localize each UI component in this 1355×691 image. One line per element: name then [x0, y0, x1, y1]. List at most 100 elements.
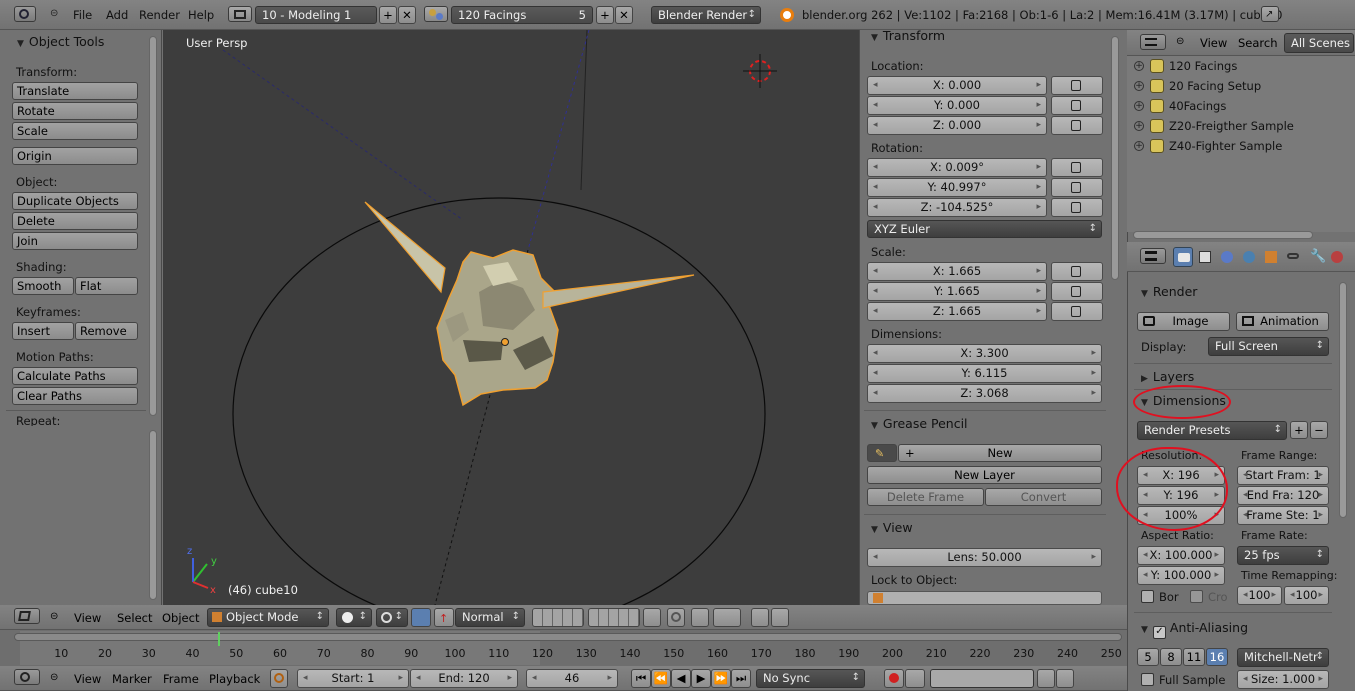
- sync-mode-dropdown[interactable]: No Sync: [756, 669, 865, 688]
- viewport-collapse-icon[interactable]: ⊝: [50, 611, 58, 622]
- remove-screen-button[interactable]: ✕: [398, 6, 416, 24]
- location-x-field[interactable]: X: 0.000: [867, 76, 1047, 95]
- transform-orientation-dropdown[interactable]: Normal: [455, 608, 525, 627]
- outliner-filter-dropdown[interactable]: All Scenes: [1284, 33, 1354, 53]
- aa-samples-16[interactable]: 16: [1206, 648, 1228, 666]
- modifiers-tab-icon[interactable]: 🔧: [1305, 247, 1326, 267]
- lock-scale-x-icon[interactable]: [1051, 262, 1103, 281]
- constraints-tab-icon[interactable]: [1283, 247, 1303, 267]
- keying-set-icon[interactable]: [905, 669, 925, 688]
- anti-aliasing-checkbox[interactable]: ✓: [1152, 626, 1166, 639]
- new-layer-button[interactable]: New Layer: [867, 466, 1102, 484]
- outliner-h-scrollbar[interactable]: [1133, 231, 1313, 239]
- smooth-button[interactable]: Smooth: [12, 277, 74, 295]
- properties-editor-type-icon[interactable]: [1140, 248, 1166, 264]
- frame-step-field[interactable]: Frame Ste: 1: [1237, 506, 1329, 525]
- duplicate-objects-button[interactable]: Duplicate Objects: [12, 192, 138, 210]
- data-tab-icon[interactable]: [1327, 247, 1347, 267]
- lock-location-y-icon[interactable]: [1051, 96, 1103, 115]
- remove-preset-button[interactable]: −: [1310, 421, 1328, 439]
- aa-samples-11[interactable]: 11: [1183, 648, 1205, 666]
- filter-size-field[interactable]: Size: 1.000: [1237, 670, 1329, 689]
- preview-range-icon[interactable]: [270, 669, 288, 688]
- flat-button[interactable]: Flat: [75, 277, 138, 295]
- timeline-collapse-icon[interactable]: ⊝: [50, 672, 58, 683]
- insert-keyframe-button[interactable]: Insert: [12, 322, 74, 340]
- aa-samples-5[interactable]: 5: [1137, 648, 1159, 666]
- lock-rotation-x-icon[interactable]: [1051, 158, 1103, 177]
- menu-render[interactable]: Render: [139, 0, 180, 30]
- render-tab-camera-icon[interactable]: [1173, 247, 1193, 267]
- outliner-editor-type-icon[interactable]: [1140, 34, 1166, 50]
- calculate-paths-button[interactable]: Calculate Paths: [12, 367, 138, 385]
- menu-help[interactable]: Help: [188, 0, 214, 30]
- frame-rate-dropdown[interactable]: 25 fps: [1237, 546, 1329, 565]
- add-scene-button[interactable]: +: [596, 6, 614, 24]
- rotation-mode-dropdown[interactable]: XYZ Euler: [867, 220, 1102, 238]
- scene-name-field[interactable]: 120 Facings 5: [451, 6, 593, 24]
- opengl-render-icon[interactable]: [751, 608, 769, 627]
- object-tools-title[interactable]: Object Tools: [17, 34, 104, 49]
- remap-new-field[interactable]: 100: [1284, 586, 1329, 605]
- crop-checkbox[interactable]: [1190, 590, 1203, 603]
- play-button[interactable]: ▶: [691, 669, 711, 688]
- lock-camera-icon[interactable]: [643, 608, 661, 627]
- outliner-item[interactable]: + Z40-Fighter Sample: [1130, 137, 1340, 157]
- timeline-playback-menu[interactable]: Playback: [209, 672, 260, 686]
- menu-file[interactable]: File: [73, 0, 92, 30]
- object-tab-icon[interactable]: [1261, 247, 1281, 267]
- menu-add[interactable]: Add: [106, 0, 128, 30]
- timeline-marker-menu[interactable]: Marker: [112, 672, 152, 686]
- n-panel-scrollbar[interactable]: [1111, 36, 1119, 280]
- transform-manipulator-icon[interactable]: ↑: [434, 608, 454, 627]
- origin-button[interactable]: Origin: [12, 147, 138, 165]
- lock-location-z-icon[interactable]: [1051, 116, 1103, 135]
- jump-end-button[interactable]: ⏭: [731, 669, 751, 688]
- pivot-point-dropdown[interactable]: [376, 608, 408, 627]
- snap-toggle-icon[interactable]: [691, 608, 709, 627]
- tool-shelf-scrollbar[interactable]: [149, 36, 157, 416]
- lock-scale-y-icon[interactable]: [1051, 282, 1103, 301]
- delete-keyframe-icon[interactable]: [1056, 669, 1074, 688]
- transform-panel-title[interactable]: Transform: [871, 28, 945, 43]
- layers-grid-1[interactable]: [532, 608, 584, 627]
- grease-new-button[interactable]: + New: [898, 444, 1102, 462]
- current-frame-field[interactable]: 46: [526, 669, 618, 688]
- add-screen-button[interactable]: +: [379, 6, 397, 24]
- rotation-x-field[interactable]: X: 0.009°: [867, 158, 1047, 177]
- border-checkbox[interactable]: [1141, 590, 1154, 603]
- translate-button[interactable]: Translate: [12, 82, 138, 100]
- remap-old-field[interactable]: 100: [1237, 586, 1282, 605]
- display-dropdown[interactable]: Full Screen: [1208, 337, 1329, 356]
- jump-start-button[interactable]: ⏮: [631, 669, 651, 688]
- render-presets-dropdown[interactable]: Render Presets: [1137, 421, 1287, 440]
- aspect-y-field[interactable]: Y: 100.000: [1137, 566, 1225, 585]
- outliner-item[interactable]: +20 Facing Setup: [1130, 77, 1340, 97]
- grease-pencil-title[interactable]: Grease Pencil: [871, 416, 968, 431]
- delete-button[interactable]: Delete: [12, 212, 138, 230]
- location-y-field[interactable]: Y: 0.000: [867, 96, 1047, 115]
- fullscreen-toggle-icon[interactable]: ↗: [1261, 6, 1279, 22]
- lock-scale-z-icon[interactable]: [1051, 302, 1103, 321]
- current-frame-marker[interactable]: [217, 632, 220, 646]
- render-image-button[interactable]: Image: [1137, 312, 1230, 331]
- tool-shelf-lower-scrollbar[interactable]: [149, 430, 157, 600]
- viewport-view-menu[interactable]: View: [74, 611, 101, 625]
- timeline-frame-menu[interactable]: Frame: [163, 672, 199, 686]
- full-sample-checkbox[interactable]: [1141, 673, 1154, 686]
- clear-paths-button[interactable]: Clear Paths: [12, 387, 138, 405]
- collapse-menu-icon[interactable]: ⊝: [50, 8, 58, 19]
- start-frame-timeline[interactable]: Start: 1: [297, 669, 409, 688]
- rotation-y-field[interactable]: Y: 40.997°: [867, 178, 1047, 197]
- lock-rotation-z-icon[interactable]: [1051, 198, 1103, 217]
- lens-field[interactable]: Lens: 50.000: [867, 548, 1102, 567]
- editor-type-button[interactable]: [14, 6, 36, 22]
- jump-keyframe-back-button[interactable]: ⏪: [651, 669, 671, 688]
- outliner-item[interactable]: +40Facings: [1130, 97, 1340, 117]
- insert-keyframe-icon[interactable]: [1037, 669, 1055, 688]
- outliner-item[interactable]: + Z20-Freigther Sample: [1130, 117, 1340, 137]
- remove-scene-button[interactable]: ✕: [615, 6, 633, 24]
- delete-frame-button[interactable]: Delete Frame: [867, 488, 984, 506]
- scale-button[interactable]: Scale: [12, 122, 138, 140]
- outliner-search-menu[interactable]: Search: [1238, 36, 1278, 50]
